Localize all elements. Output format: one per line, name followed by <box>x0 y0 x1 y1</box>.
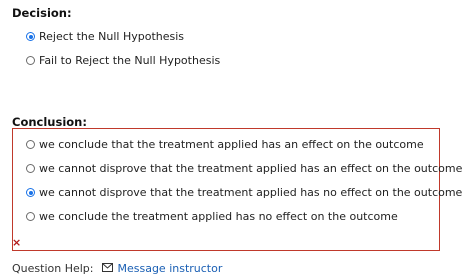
radio-button[interactable] <box>26 212 35 221</box>
message-instructor-link[interactable]: Message instructor <box>117 262 222 275</box>
question-help: Question Help: Message instructor <box>12 262 222 275</box>
option-label: Fail to Reject the Null Hypothesis <box>39 54 221 67</box>
conclusion-heading: Conclusion: <box>12 115 87 129</box>
option-label: we conclude that the treatment applied h… <box>39 138 424 151</box>
radio-button[interactable] <box>26 164 35 173</box>
radio-button[interactable] <box>26 140 35 149</box>
radio-button[interactable] <box>26 32 35 41</box>
radio-button[interactable] <box>26 188 35 197</box>
decision-option-reject[interactable]: Reject the Null Hypothesis <box>26 30 184 43</box>
question-help-label: Question Help: <box>12 262 94 275</box>
option-label: Reject the Null Hypothesis <box>39 30 185 43</box>
option-label: we conclude the treatment applied has no… <box>39 210 398 223</box>
option-label: we cannot disprove that the treatment ap… <box>39 162 463 175</box>
incorrect-icon: × <box>12 236 22 249</box>
decision-heading: Decision: <box>12 6 72 20</box>
decision-option-fail-to-reject[interactable]: Fail to Reject the Null Hypothesis <box>26 54 220 67</box>
conclusion-option-3[interactable]: we cannot disprove that the treatment ap… <box>26 186 462 199</box>
conclusion-option-2[interactable]: we cannot disprove that the treatment ap… <box>26 162 462 175</box>
conclusion-option-4[interactable]: we conclude the treatment applied has no… <box>26 210 398 223</box>
option-label: we cannot disprove that the treatment ap… <box>39 186 463 199</box>
conclusion-option-1[interactable]: we conclude that the treatment applied h… <box>26 138 424 151</box>
envelope-icon <box>102 262 114 275</box>
radio-button[interactable] <box>26 56 35 65</box>
